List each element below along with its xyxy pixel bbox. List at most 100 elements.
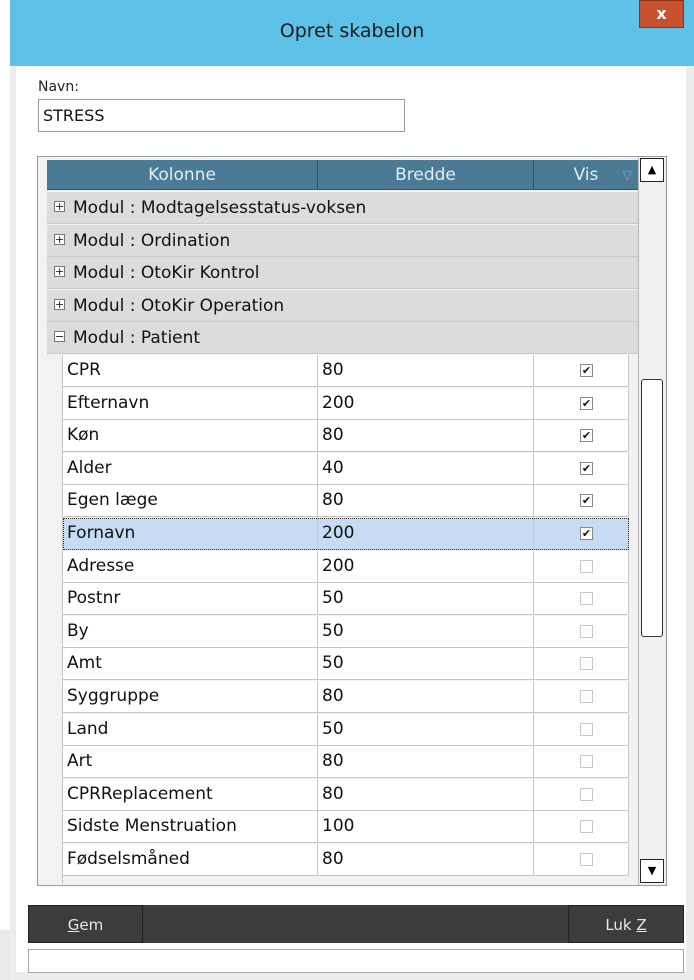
cell-bredde[interactable]: 50	[318, 648, 534, 680]
cell-kolonne[interactable]: Sidste Menstruation	[63, 811, 318, 843]
table-row[interactable]: CPR 80 ✔	[63, 355, 629, 387]
cell-bredde[interactable]: 200	[318, 388, 534, 420]
cell-bredde[interactable]: 80	[318, 746, 534, 778]
cell-bredde[interactable]: 200	[318, 551, 534, 583]
cell-kolonne[interactable]: Adresse	[63, 551, 318, 583]
column-header-label: Kolonne	[148, 165, 216, 185]
cell-bredde[interactable]: 200	[318, 518, 534, 550]
vertical-scrollbar[interactable]: ▲ ▼	[638, 157, 666, 885]
cell-bredde[interactable]: 80	[318, 681, 534, 713]
column-header-kolonne[interactable]: Kolonne	[47, 160, 318, 190]
cell-bredde[interactable]: 50	[318, 616, 534, 648]
cell-kolonne[interactable]: Postnr	[63, 583, 318, 615]
vis-checkbox[interactable]	[580, 625, 593, 638]
cell-kolonne[interactable]: By	[63, 616, 318, 648]
grid-header: Kolonne Bredde Vis ▽	[47, 160, 677, 191]
vis-checkbox[interactable]	[580, 755, 593, 768]
expand-icon[interactable]: +	[54, 201, 65, 212]
gem-button[interactable]: Gem	[28, 905, 143, 943]
vis-checkbox[interactable]	[580, 723, 593, 736]
vis-checkbox[interactable]	[580, 560, 593, 573]
cell-bredde[interactable]: 100	[318, 811, 534, 843]
expand-icon[interactable]: +	[54, 234, 65, 245]
table-row[interactable]: Adresse 200	[63, 551, 629, 583]
group-row[interactable]: + Modul : Modtagelsesstatus-voksen	[47, 192, 639, 224]
expand-icon[interactable]: +	[54, 266, 65, 277]
cell-vis: ✔	[534, 518, 629, 550]
vis-checkbox[interactable]: ✔	[580, 429, 593, 442]
vis-checkbox[interactable]: ✔	[580, 462, 593, 475]
cell-vis	[534, 616, 629, 648]
cell-kolonne[interactable]: Efternavn	[63, 388, 318, 420]
cell-bredde[interactable]: 50	[318, 583, 534, 615]
column-header-bredde[interactable]: Bredde	[318, 160, 534, 190]
cell-vis	[534, 583, 629, 615]
gem-label: em	[79, 916, 104, 934]
vis-checkbox[interactable]: ✔	[580, 397, 593, 410]
cell-bredde[interactable]: 50	[318, 714, 534, 746]
expand-icon[interactable]: +	[54, 299, 65, 310]
table-row[interactable]: Køn 80 ✔	[63, 420, 629, 452]
cell-bredde[interactable]: 80	[318, 844, 534, 876]
background-window-fragment	[0, 930, 10, 980]
close-button[interactable]: x	[639, 0, 684, 28]
table-row[interactable]: Sidste Menstruation 100	[63, 811, 629, 843]
title-bar[interactable]: Opret skabelon x	[10, 0, 694, 66]
cell-kolonne[interactable]: CPR	[63, 355, 318, 387]
cell-bredde[interactable]: 80	[318, 779, 534, 811]
scroll-thumb[interactable]	[641, 379, 663, 637]
scroll-up-icon[interactable]: ▲	[640, 158, 664, 182]
cell-kolonne[interactable]: Fødselsmåned	[63, 844, 318, 876]
vis-checkbox[interactable]: ✔	[580, 527, 593, 540]
collapse-icon[interactable]: −	[54, 331, 65, 342]
cell-kolonne[interactable]: Køn	[63, 420, 318, 452]
cell-bredde[interactable]: 80	[318, 485, 534, 517]
vis-checkbox[interactable]	[580, 853, 593, 866]
cell-kolonne[interactable]: Egen læge	[63, 485, 318, 517]
cell-kolonne[interactable]: CPRReplacement	[63, 779, 318, 811]
group-row[interactable]: − Modul : Patient	[47, 322, 639, 354]
vis-checkbox[interactable]: ✔	[580, 494, 593, 507]
group-row[interactable]: + Modul : OtoKir Operation	[47, 290, 639, 322]
table-row[interactable]: Efternavn 200 ✔	[63, 388, 629, 420]
cell-kolonne[interactable]: Land	[63, 714, 318, 746]
vis-checkbox[interactable]	[580, 657, 593, 670]
column-header-vis[interactable]: Vis ▽	[534, 160, 639, 190]
vis-checkbox[interactable]	[580, 820, 593, 833]
filter-icon[interactable]: ▽	[623, 160, 632, 190]
table-row[interactable]: Syggruppe 80	[63, 681, 629, 713]
vis-checkbox[interactable]	[580, 788, 593, 801]
table-row[interactable]: Land 50	[63, 714, 629, 746]
table-row[interactable]: CPRReplacement 80	[63, 779, 629, 811]
cell-kolonne[interactable]: Amt	[63, 648, 318, 680]
group-row[interactable]: + Modul : Ordination	[47, 225, 639, 257]
cell-bredde[interactable]: 80	[318, 355, 534, 387]
vis-checkbox[interactable]: ✔	[580, 364, 593, 377]
table-row[interactable]: Postnr 50	[63, 583, 629, 615]
table-row[interactable]: Alder 40 ✔	[63, 453, 629, 485]
table-row[interactable]: Fødselsmåned 80	[63, 844, 629, 876]
vis-checkbox[interactable]	[580, 690, 593, 703]
table-row[interactable]: Egen læge 80 ✔	[63, 485, 629, 517]
group-label: Modul : OtoKir Kontrol	[73, 263, 260, 283]
cell-kolonne[interactable]: Fornavn	[63, 518, 318, 550]
table-row[interactable]: Art 80	[63, 746, 629, 778]
group-row[interactable]: + Modul : OtoKir Kontrol	[47, 257, 639, 289]
navn-input[interactable]: STRESS	[38, 99, 405, 132]
table-row[interactable]: By 50	[63, 616, 629, 648]
cell-bredde[interactable]: 80	[318, 420, 534, 452]
cell-bredde[interactable]: 40	[318, 453, 534, 485]
table-row[interactable]: Fornavn 200 ✔	[63, 518, 629, 550]
table-row[interactable]: Amt 50	[63, 648, 629, 680]
luk-button[interactable]: Luk Z	[568, 905, 684, 943]
cell-kolonne[interactable]: Alder	[63, 453, 318, 485]
cell-kolonne[interactable]: Art	[63, 746, 318, 778]
scroll-down-icon[interactable]: ▼	[640, 859, 664, 883]
luk-hotkey: Z	[636, 916, 647, 934]
group-label: Modul : Modtagelsesstatus-voksen	[73, 198, 367, 218]
cell-vis	[534, 811, 629, 843]
cell-vis	[534, 648, 629, 680]
cell-vis: ✔	[534, 453, 629, 485]
cell-kolonne[interactable]: Syggruppe	[63, 681, 318, 713]
vis-checkbox[interactable]	[580, 592, 593, 605]
